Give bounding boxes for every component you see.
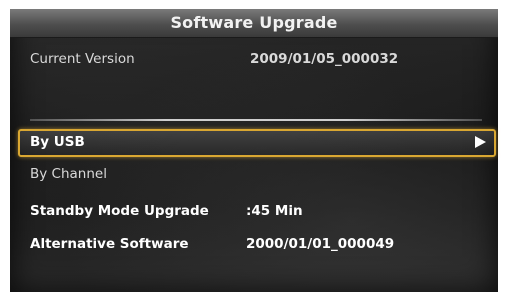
- divider: [30, 119, 482, 121]
- option-by-usb[interactable]: By USB: [18, 129, 496, 157]
- current-version-value: 2009/01/05_000032: [250, 51, 399, 67]
- option-by-channel-label: By Channel: [30, 166, 107, 182]
- alternative-software-row[interactable]: Alternative Software 2000/01/01_000049: [18, 232, 492, 256]
- current-version-row: Current Version 2009/01/05_000032: [18, 47, 492, 71]
- standby-mode-upgrade-value: :45 Min: [246, 203, 303, 219]
- option-by-usb-label: By USB: [30, 134, 85, 150]
- right-triangle-icon: [475, 136, 486, 148]
- title-bar: Software Upgrade: [10, 9, 498, 38]
- standby-mode-upgrade-row[interactable]: Standby Mode Upgrade :45 Min: [18, 199, 492, 223]
- page-title: Software Upgrade: [170, 13, 338, 32]
- alternative-software-value: 2000/01/01_000049: [246, 236, 395, 252]
- alternative-software-label: Alternative Software: [30, 236, 189, 252]
- tv-screen: Software Upgrade Current Version 2009/01…: [10, 9, 498, 292]
- current-version-label: Current Version: [30, 51, 135, 67]
- standby-mode-upgrade-label: Standby Mode Upgrade: [30, 203, 209, 219]
- option-by-channel[interactable]: By Channel: [18, 162, 492, 186]
